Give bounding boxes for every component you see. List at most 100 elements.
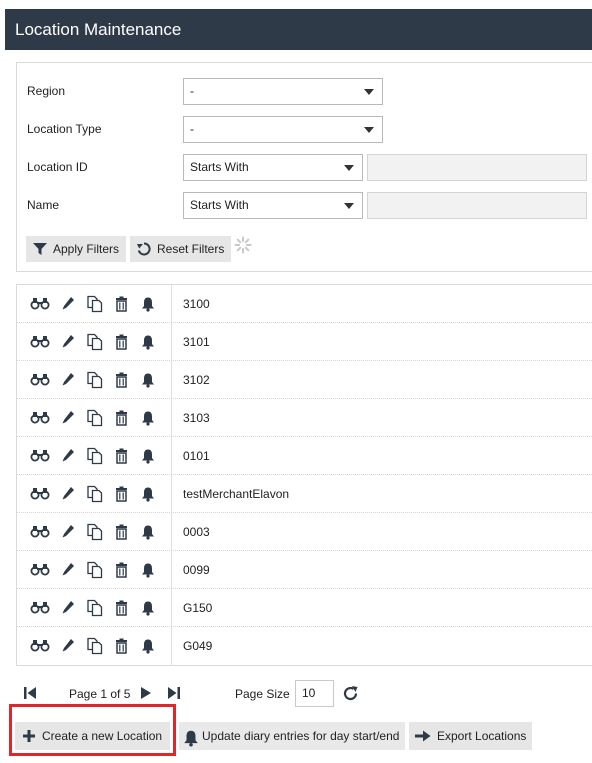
- copy-icon[interactable]: [86, 485, 104, 503]
- binoculars-icon[interactable]: [30, 486, 50, 500]
- trash-icon[interactable]: [115, 600, 128, 616]
- trash-icon[interactable]: [115, 296, 128, 312]
- pencil-icon[interactable]: [61, 486, 75, 502]
- reset-icon: [137, 242, 151, 256]
- copy-icon[interactable]: [86, 561, 104, 579]
- location-id-cell: 3101: [183, 335, 210, 349]
- table-row[interactable]: 3103: [17, 399, 592, 437]
- binoculars-icon[interactable]: [30, 410, 50, 424]
- location-id-cell: G150: [183, 601, 213, 615]
- location-type-select[interactable]: -: [183, 116, 383, 143]
- pencil-icon[interactable]: [61, 296, 75, 312]
- table-row[interactable]: G049: [17, 627, 592, 665]
- copy-icon[interactable]: [86, 523, 104, 541]
- pencil-icon[interactable]: [61, 600, 75, 616]
- table-row[interactable]: G150: [17, 589, 592, 627]
- trash-icon[interactable]: [115, 562, 128, 578]
- bell-icon[interactable]: [141, 638, 155, 654]
- pencil-icon[interactable]: [61, 334, 75, 350]
- location-id-match-value: Starts With: [190, 160, 249, 174]
- trash-icon[interactable]: [115, 638, 128, 654]
- pencil-icon[interactable]: [61, 524, 75, 540]
- copy-icon[interactable]: [86, 371, 104, 389]
- copy-icon[interactable]: [86, 447, 104, 465]
- trash-icon[interactable]: [115, 372, 128, 388]
- trash-icon[interactable]: [115, 410, 128, 426]
- table-row[interactable]: 3102: [17, 361, 592, 399]
- bell-icon[interactable]: [141, 296, 155, 312]
- update-diary-button[interactable]: Update diary entries for day start/end: [179, 722, 405, 750]
- page-indicator: Page 1 of 5: [69, 687, 131, 701]
- chevron-down-icon: [344, 203, 354, 209]
- region-select[interactable]: -: [183, 78, 383, 105]
- last-page-icon[interactable]: [167, 686, 181, 700]
- copy-icon[interactable]: [86, 637, 104, 655]
- page-size-input[interactable]: 10: [295, 680, 334, 707]
- pencil-icon[interactable]: [61, 562, 75, 578]
- table-row[interactable]: testMerchantElavon: [17, 475, 592, 513]
- table-row[interactable]: 0099: [17, 551, 592, 589]
- row-actions: [17, 399, 172, 436]
- copy-icon[interactable]: [86, 295, 104, 313]
- loading-spinner-icon: [234, 236, 252, 254]
- bell-icon[interactable]: [141, 410, 155, 426]
- bell-icon[interactable]: [141, 448, 155, 464]
- location-id-cell: 0003: [183, 525, 210, 539]
- pencil-icon[interactable]: [61, 410, 75, 426]
- reset-filters-label: Reset Filters: [157, 242, 225, 256]
- row-actions: [17, 627, 172, 665]
- binoculars-icon[interactable]: [30, 638, 50, 652]
- trash-icon[interactable]: [115, 524, 128, 540]
- trash-icon[interactable]: [115, 486, 128, 502]
- table-row[interactable]: 3101: [17, 323, 592, 361]
- bell-icon[interactable]: [141, 600, 155, 616]
- name-input[interactable]: [367, 192, 587, 219]
- row-actions: [17, 323, 172, 360]
- export-locations-button[interactable]: Export Locations: [409, 722, 532, 750]
- row-actions: [17, 589, 172, 626]
- location-id-input[interactable]: [367, 154, 587, 181]
- bell-icon[interactable]: [141, 562, 155, 578]
- highlight-box: [9, 704, 176, 756]
- pencil-icon[interactable]: [61, 638, 75, 654]
- bell-icon[interactable]: [141, 486, 155, 502]
- chevron-down-icon: [364, 89, 374, 95]
- copy-icon[interactable]: [86, 333, 104, 351]
- reset-filters-button[interactable]: Reset Filters: [130, 236, 231, 262]
- location-id-match-select[interactable]: Starts With: [183, 154, 363, 181]
- arrow-right-icon: [415, 730, 431, 742]
- trash-icon[interactable]: [115, 334, 128, 350]
- bell-icon[interactable]: [141, 524, 155, 540]
- location-id-cell: 0099: [183, 563, 210, 577]
- table-row[interactable]: 0003: [17, 513, 592, 551]
- binoculars-icon[interactable]: [30, 600, 50, 614]
- trash-icon[interactable]: [115, 448, 128, 464]
- apply-filters-button[interactable]: Apply Filters: [26, 236, 126, 262]
- pencil-icon[interactable]: [61, 372, 75, 388]
- location-id-cell: 0101: [183, 449, 210, 463]
- page-title: Location Maintenance: [15, 20, 182, 39]
- binoculars-icon[interactable]: [30, 372, 50, 386]
- name-match-value: Starts With: [190, 198, 249, 212]
- table-row[interactable]: 0101: [17, 437, 592, 475]
- binoculars-icon[interactable]: [30, 524, 50, 538]
- copy-icon[interactable]: [86, 599, 104, 617]
- location-id-label: Location ID: [27, 160, 88, 174]
- pencil-icon[interactable]: [61, 448, 75, 464]
- bell-icon: [184, 730, 198, 747]
- binoculars-icon[interactable]: [30, 448, 50, 462]
- name-match-select[interactable]: Starts With: [183, 192, 363, 219]
- binoculars-icon[interactable]: [30, 562, 50, 576]
- next-page-icon[interactable]: [140, 686, 152, 700]
- name-label: Name: [27, 198, 60, 212]
- first-page-icon[interactable]: [23, 686, 37, 700]
- copy-icon[interactable]: [86, 409, 104, 427]
- location-id-cell: 3103: [183, 411, 210, 425]
- table-row[interactable]: 3100: [17, 285, 592, 323]
- refresh-icon[interactable]: [342, 685, 359, 702]
- binoculars-icon[interactable]: [30, 296, 50, 310]
- bell-icon[interactable]: [141, 372, 155, 388]
- page-size-label: Page Size: [235, 687, 290, 701]
- binoculars-icon[interactable]: [30, 334, 50, 348]
- bell-icon[interactable]: [141, 334, 155, 350]
